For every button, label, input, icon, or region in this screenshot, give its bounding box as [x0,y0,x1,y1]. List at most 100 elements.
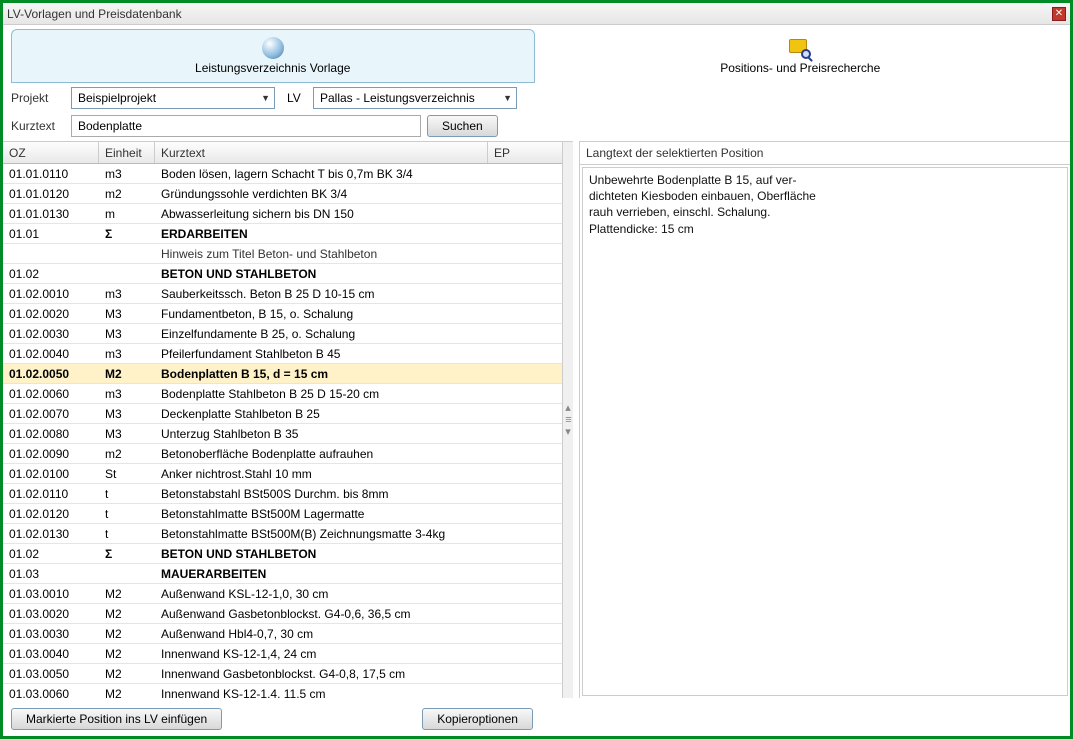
cell-kurztext: Innenwand KS-12-1,4, 24 cm [155,647,488,661]
projekt-dropdown[interactable]: Beispielprojekt [71,87,275,109]
table-row[interactable]: 01.02.0030M3Einzelfundamente B 25, o. Sc… [3,324,562,344]
table-row[interactable]: 01.02.0080M3Unterzug Stahlbeton B 35 [3,424,562,444]
cell-oz: 01.03.0060 [3,687,99,699]
insert-button[interactable]: Markierte Position ins LV einfügen [11,708,222,730]
table-row[interactable]: Hinweis zum Titel Beton- und Stahlbeton [3,244,562,264]
table-row[interactable]: 01.02ΣBETON UND STAHLBETON [3,544,562,564]
cell-einheit: m2 [99,447,155,461]
cell-einheit: M2 [99,627,155,641]
cell-einheit: M2 [99,587,155,601]
cell-oz: 01.02.0060 [3,387,99,401]
cell-einheit: t [99,487,155,501]
cell-einheit: Σ [99,227,155,241]
cell-kurztext: MAUERARBEITEN [155,567,488,581]
table-row[interactable]: 01.01ΣERDARBEITEN [3,224,562,244]
titlebar: LV-Vorlagen und Preisdatenbank ✕ [3,3,1070,25]
cell-oz: 01.02.0080 [3,427,99,441]
cell-kurztext: Innenwand KS-12-1,4, 11,5 cm [155,687,488,699]
cell-kurztext: ERDARBEITEN [155,227,488,241]
cell-oz: 01.03.0020 [3,607,99,621]
cell-einheit: t [99,507,155,521]
table-body[interactable]: 01.01.0110m3Boden lösen, lagern Schacht … [3,164,562,698]
table-row[interactable]: 01.01.0120m2Gründungssohle verdichten BK… [3,184,562,204]
copy-options-button[interactable]: Kopieroptionen [422,708,533,730]
cell-kurztext: Anker nichtrost.Stahl 10 mm [155,467,488,481]
lv-value: Pallas - Leistungsverzeichnis [320,91,475,105]
table-row[interactable]: 01.02.0060m3Bodenplatte Stahlbeton B 25 … [3,384,562,404]
cell-oz: 01.02.0130 [3,527,99,541]
detail-header: Langtext der selektierten Position [580,142,1070,165]
table-pane: OZ Einheit Kurztext EP 01.01.0110m3Boden… [3,141,563,698]
cell-oz: 01.02.0040 [3,347,99,361]
th-kurztext[interactable]: Kurztext [155,142,488,163]
content-area: OZ Einheit Kurztext EP 01.01.0110m3Boden… [3,141,1070,698]
splitter[interactable]: ▴≡▾ [563,141,573,698]
cell-einheit: M3 [99,307,155,321]
table-row[interactable]: 01.03.0060M2Innenwand KS-12-1,4, 11,5 cm [3,684,562,698]
cell-oz: 01.02.0030 [3,327,99,341]
cell-kurztext: Bodenplatten B 15, d = 15 cm [155,367,488,381]
table-row[interactable]: 01.03 MAUERARBEITEN [3,564,562,584]
tab-research-label: Positions- und Preisrecherche [720,61,880,75]
cell-kurztext: Fundamentbeton, B 15, o. Schalung [155,307,488,321]
table-row[interactable]: 01.02.0050M2Bodenplatten B 15, d = 15 cm [3,364,562,384]
cell-oz: 01.02.0090 [3,447,99,461]
th-ep[interactable]: EP [488,142,562,163]
table-row[interactable]: 01.03.0050M2Innenwand Gasbetonblockst. G… [3,664,562,684]
table-row[interactable]: 01.02.0020M3Fundamentbeton, B 15, o. Sch… [3,304,562,324]
cell-kurztext: Betonoberfläche Bodenplatte aufrauhen [155,447,488,461]
cell-kurztext: Außenwand Hbl4-0,7, 30 cm [155,627,488,641]
table-row[interactable]: 01.03.0020M2Außenwand Gasbetonblockst. G… [3,604,562,624]
cell-kurztext: BETON UND STAHLBETON [155,547,488,561]
cell-kurztext: Außenwand Gasbetonblockst. G4-0,6, 36,5 … [155,607,488,621]
window-title: LV-Vorlagen und Preisdatenbank [7,7,1052,21]
cell-einheit: m3 [99,347,155,361]
table-row[interactable]: 01.01.0110m3Boden lösen, lagern Schacht … [3,164,562,184]
lv-dropdown[interactable]: Pallas - Leistungsverzeichnis [313,87,517,109]
search-button[interactable]: Suchen [427,115,498,137]
cell-kurztext: Abwasserleitung sichern bis DN 150 [155,207,488,221]
table-row[interactable]: 01.02.0010m3Sauberkeitssch. Beton B 25 D… [3,284,562,304]
table-row[interactable]: 01.02.0120tBetonstahlmatte BSt500M Lager… [3,504,562,524]
table-row[interactable]: 01.02.0130tBetonstahlmatte BSt500M(B) Ze… [3,524,562,544]
lv-label: LV [287,91,307,105]
table-row[interactable]: 01.02.0090m2Betonoberfläche Bodenplatte … [3,444,562,464]
kurztext-input[interactable] [71,115,421,137]
cell-kurztext: Innenwand Gasbetonblockst. G4-0,8, 17,5 … [155,667,488,681]
th-oz[interactable]: OZ [3,142,99,163]
table-row[interactable]: 01.03.0030M2Außenwand Hbl4-0,7, 30 cm [3,624,562,644]
cell-kurztext: BETON UND STAHLBETON [155,267,488,281]
th-einheit[interactable]: Einheit [99,142,155,163]
cell-oz: 01.02.0110 [3,487,99,501]
cell-kurztext: Betonstahlmatte BSt500M(B) Zeichnungsmat… [155,527,488,541]
cell-oz: 01.03.0030 [3,627,99,641]
cell-oz: 01.02.0020 [3,307,99,321]
table-row[interactable]: 01.02.0110tBetonstabstahl BSt500S Durchm… [3,484,562,504]
cell-oz: 01.02 [3,267,99,281]
table-row[interactable]: 01.02.0100StAnker nichtrost.Stahl 10 mm [3,464,562,484]
folder-search-icon [789,37,811,59]
cell-einheit: m2 [99,187,155,201]
cell-oz: 01.01.0120 [3,187,99,201]
cell-einheit: M2 [99,367,155,381]
table-row[interactable]: 01.02.0070M3Deckenplatte Stahlbeton B 25 [3,404,562,424]
table-row[interactable]: 01.02 BETON UND STAHLBETON [3,264,562,284]
cell-oz: 01.03 [3,567,99,581]
cell-kurztext: Hinweis zum Titel Beton- und Stahlbeton [155,247,488,261]
table-row[interactable]: 01.01.0130mAbwasserleitung sichern bis D… [3,204,562,224]
cell-kurztext: Außenwand KSL-12-1,0, 30 cm [155,587,488,601]
cell-kurztext: Betonstahlmatte BSt500M Lagermatte [155,507,488,521]
close-icon[interactable]: ✕ [1052,7,1066,21]
tab-template-label: Leistungsverzeichnis Vorlage [195,61,350,75]
table-row[interactable]: 01.03.0040M2Innenwand KS-12-1,4, 24 cm [3,644,562,664]
cell-oz: 01.02.0120 [3,507,99,521]
cell-kurztext: Pfeilerfundament Stahlbeton B 45 [155,347,488,361]
cell-einheit: m [99,207,155,221]
table-row[interactable]: 01.03.0010M2Außenwand KSL-12-1,0, 30 cm [3,584,562,604]
cell-oz: 01.02.0010 [3,287,99,301]
cell-oz: 01.02.0100 [3,467,99,481]
tab-research[interactable]: Positions- und Preisrecherche [539,29,1063,83]
cell-kurztext: Sauberkeitssch. Beton B 25 D 10-15 cm [155,287,488,301]
table-row[interactable]: 01.02.0040m3Pfeilerfundament Stahlbeton … [3,344,562,364]
tab-template[interactable]: Leistungsverzeichnis Vorlage [11,29,535,83]
